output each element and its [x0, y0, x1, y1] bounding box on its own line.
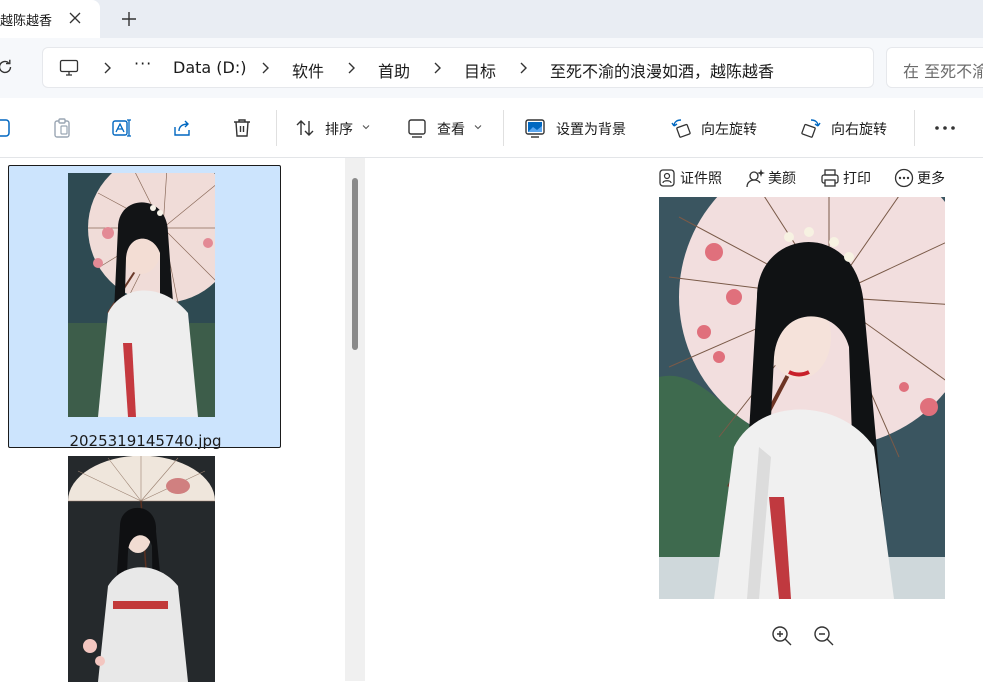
tab-current-folder[interactable]: 越陈越香	[0, 0, 100, 38]
file-list: 2025319145740.jpg	[0, 158, 345, 682]
search-input[interactable]: 在 至死不渝	[886, 47, 983, 88]
zoom-in-icon[interactable]	[771, 625, 793, 647]
plus-icon[interactable]	[119, 9, 139, 29]
breadcrumb-drive[interactable]: Data (D:)	[173, 58, 246, 77]
breadcrumb-current-folder[interactable]: 至死不渝的浪漫如酒，越陈越香	[550, 58, 774, 82]
beauty-button[interactable]: 美颜	[745, 167, 796, 189]
image-thumbnail	[68, 173, 215, 417]
printer-icon	[821, 169, 839, 187]
trash-icon[interactable]	[231, 117, 253, 139]
chevron-right-icon[interactable]	[431, 61, 443, 75]
breadcrumb-overflow[interactable]: ···	[134, 54, 152, 73]
refresh-icon[interactable]	[0, 58, 14, 76]
toolbar-separator	[914, 110, 915, 146]
print-button[interactable]: 打印	[820, 167, 871, 189]
scrollbar-thumb[interactable]	[352, 178, 358, 350]
share-icon[interactable]	[171, 117, 193, 139]
tab-title: 越陈越香	[0, 14, 53, 29]
id-photo-button[interactable]: 证件照	[657, 167, 722, 189]
chevron-right-icon[interactable]	[101, 61, 113, 75]
more-label: 更多	[917, 171, 945, 187]
more-circle-icon	[894, 168, 914, 188]
rotate-right-button[interactable]: 向右旋转	[831, 119, 887, 139]
more-actions-button[interactable]: 更多	[894, 167, 945, 189]
beauty-icon	[746, 169, 765, 188]
id-photo-icon	[659, 169, 675, 187]
address-row: ··· Data (D:) 软件 首助 目标 至死不渝的浪漫如酒，越陈越香 在 …	[0, 38, 983, 98]
breadcrumb-target[interactable]: 目标	[464, 58, 496, 82]
file-name: 2025319145740.jpg	[69, 432, 222, 450]
rename-icon[interactable]	[111, 117, 133, 139]
set-background-icon[interactable]	[524, 117, 546, 139]
search-placeholder: 在 至死不渝	[903, 62, 983, 81]
toolbar-separator	[503, 110, 504, 146]
rotate-left-icon[interactable]	[670, 117, 692, 139]
chevron-right-icon[interactable]	[517, 61, 529, 75]
rotate-right-icon[interactable]	[800, 117, 822, 139]
chevron-right-icon[interactable]	[259, 61, 271, 75]
rotate-left-button[interactable]: 向左旋转	[701, 119, 757, 139]
set-background-button[interactable]: 设置为背景	[556, 119, 626, 139]
new-item-icon[interactable]	[0, 117, 14, 139]
command-bar: 排序 查看 设置为背景 向左旋转 向右旋转	[0, 98, 983, 158]
scrollbar[interactable]	[345, 158, 365, 681]
sort-icon[interactable]	[294, 117, 316, 139]
view-icon[interactable]	[406, 117, 428, 139]
id-photo-label: 证件照	[680, 171, 722, 187]
chevron-down-icon[interactable]	[361, 122, 371, 132]
address-bar[interactable]: ··· Data (D:) 软件 首助 目标 至死不渝的浪漫如酒，越陈越香	[42, 47, 874, 88]
file-tile[interactable]	[8, 455, 281, 682]
print-label: 打印	[843, 171, 871, 187]
sort-button[interactable]: 排序	[325, 119, 353, 139]
preview-image	[659, 197, 945, 599]
preview-pane: 证件照 美颜 打印 更多	[366, 158, 983, 681]
view-button[interactable]: 查看	[437, 119, 465, 139]
breadcrumb-shouzhu[interactable]: 首助	[378, 58, 410, 82]
toolbar-separator	[276, 110, 277, 146]
close-icon[interactable]	[66, 9, 84, 27]
breadcrumb-software[interactable]: 软件	[292, 58, 324, 82]
image-thumbnail	[68, 456, 215, 682]
clipboard-icon[interactable]	[51, 117, 73, 139]
tab-strip: 越陈越香	[0, 0, 983, 38]
more-icon[interactable]	[934, 117, 956, 139]
zoom-out-icon[interactable]	[813, 625, 835, 647]
beauty-label: 美颜	[768, 171, 796, 187]
computer-icon[interactable]	[59, 59, 79, 77]
chevron-down-icon[interactable]	[473, 122, 483, 132]
file-tile-selected[interactable]: 2025319145740.jpg	[8, 165, 281, 450]
chevron-right-icon[interactable]	[345, 61, 357, 75]
